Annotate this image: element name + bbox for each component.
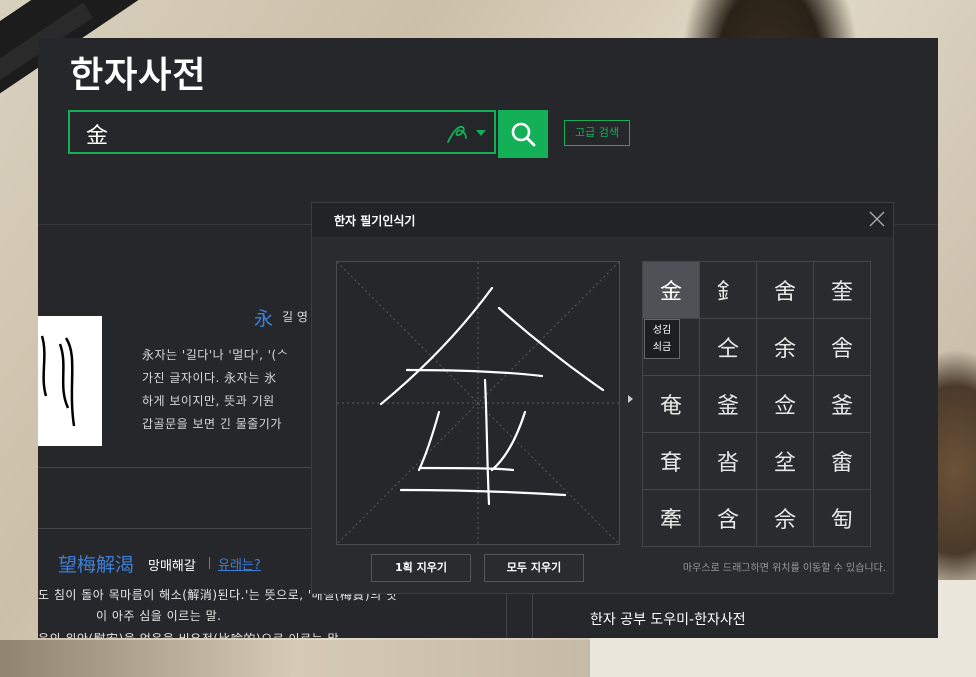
candidate-cell[interactable]: 釒 xyxy=(700,262,757,319)
search-button[interactable] xyxy=(498,110,548,158)
search-input-value[interactable]: 金 xyxy=(86,118,108,150)
chevron-down-icon[interactable] xyxy=(476,130,486,136)
candidate-cell[interactable]: 奄 xyxy=(643,376,700,433)
advanced-search-button[interactable]: 고급 검색 xyxy=(564,120,630,146)
hand-writing-icon[interactable] xyxy=(446,124,468,144)
candidate-cell[interactable]: 匋 xyxy=(814,490,871,547)
tooltip-line: 성김 xyxy=(652,325,672,336)
close-icon[interactable] xyxy=(868,210,886,228)
candidate-cell[interactable]: 釜 xyxy=(814,376,871,433)
candidate-cell[interactable]: 耷 xyxy=(643,433,700,490)
candidate-grid: 金 釒 舍 奎 仝 余 舎 奄 釜 佥 釜 耷 沓 坌 畬 牽 含 佘 匋 xyxy=(642,261,871,547)
search-icon xyxy=(511,122,536,147)
candidate-cell[interactable]: 佥 xyxy=(757,376,814,433)
tooltip-line: 쇠금 xyxy=(652,342,672,353)
idiom-description-line: 이 아주 심을 이르는 말. xyxy=(96,609,222,623)
divider xyxy=(209,557,210,569)
hanja-stroke-image xyxy=(38,316,102,446)
candidate-cell[interactable]: 舎 xyxy=(814,319,871,376)
divider xyxy=(506,588,507,638)
candidate-cell[interactable]: 舍 xyxy=(757,262,814,319)
candidate-cell[interactable]: 金 xyxy=(643,262,700,319)
dialog-title: 한자 필기인식기 xyxy=(334,214,416,228)
candidate-cell[interactable]: 仝 xyxy=(700,319,757,376)
candidate-cell[interactable]: 畬 xyxy=(814,433,871,490)
chevron-right-icon xyxy=(628,395,633,403)
candidate-cell[interactable]: 含 xyxy=(700,490,757,547)
idiom-reading: 망매해갈 xyxy=(148,559,196,574)
candidate-cell[interactable]: 牽 xyxy=(643,490,700,547)
candidate-cell[interactable]: 奎 xyxy=(814,262,871,319)
dialog-header[interactable]: 한자 필기인식기 xyxy=(312,203,893,237)
divider xyxy=(532,588,533,638)
candidate-cell[interactable]: 釜 xyxy=(700,376,757,433)
handwriting-canvas[interactable] xyxy=(336,261,620,545)
entry-hanja-link[interactable]: 永 xyxy=(254,304,273,331)
entry-description-line: 하게 보이지만, 뜻과 기원 xyxy=(142,394,275,408)
entry-description-line: 永자는 '길다'나 '멀다', '(ᄉ xyxy=(142,348,289,362)
candidate-cell[interactable]: 佘 xyxy=(757,490,814,547)
entry-meaning: 길 영 xyxy=(282,310,308,324)
candidate-cell[interactable]: 坌 xyxy=(757,433,814,490)
idiom-hanja-link[interactable]: 望梅解渴 xyxy=(58,550,134,577)
entry-description-line: 가진 글자이다. 永자는 氷 xyxy=(142,371,277,385)
helper-section-title[interactable]: 한자 공부 도우미-한자사전 xyxy=(590,609,746,629)
search-input[interactable]: 金 xyxy=(68,110,496,154)
candidate-cell[interactable]: 余 xyxy=(757,319,814,376)
drag-hint: 마우스로 드래그하면 위치를 이동할 수 있습니다. xyxy=(682,563,886,574)
idiom-description-line: 음의 위안(慰安)을 얻음을 비유적(比喩的)으로 이르는 말 xyxy=(38,630,339,638)
candidate-tooltip: 성김 쇠금 xyxy=(644,319,680,359)
candidate-cell[interactable]: 沓 xyxy=(700,433,757,490)
divider xyxy=(38,467,338,468)
undo-stroke-button[interactable]: 1획 지우기 xyxy=(371,554,471,582)
idiom-origin-link[interactable]: 유래는? xyxy=(218,554,261,573)
clear-all-button[interactable]: 모두 지우기 xyxy=(484,554,584,582)
page-title: 한자사전 xyxy=(70,55,207,96)
entry-description-line: 갑골문을 보면 긴 물줄기가 xyxy=(142,417,282,431)
handwriting-recognizer-dialog: 한자 필기인식기 1획 지우기 모두 지우기 金 釒 舍 奎 仝 余 舎 奄 釜… xyxy=(311,202,894,594)
